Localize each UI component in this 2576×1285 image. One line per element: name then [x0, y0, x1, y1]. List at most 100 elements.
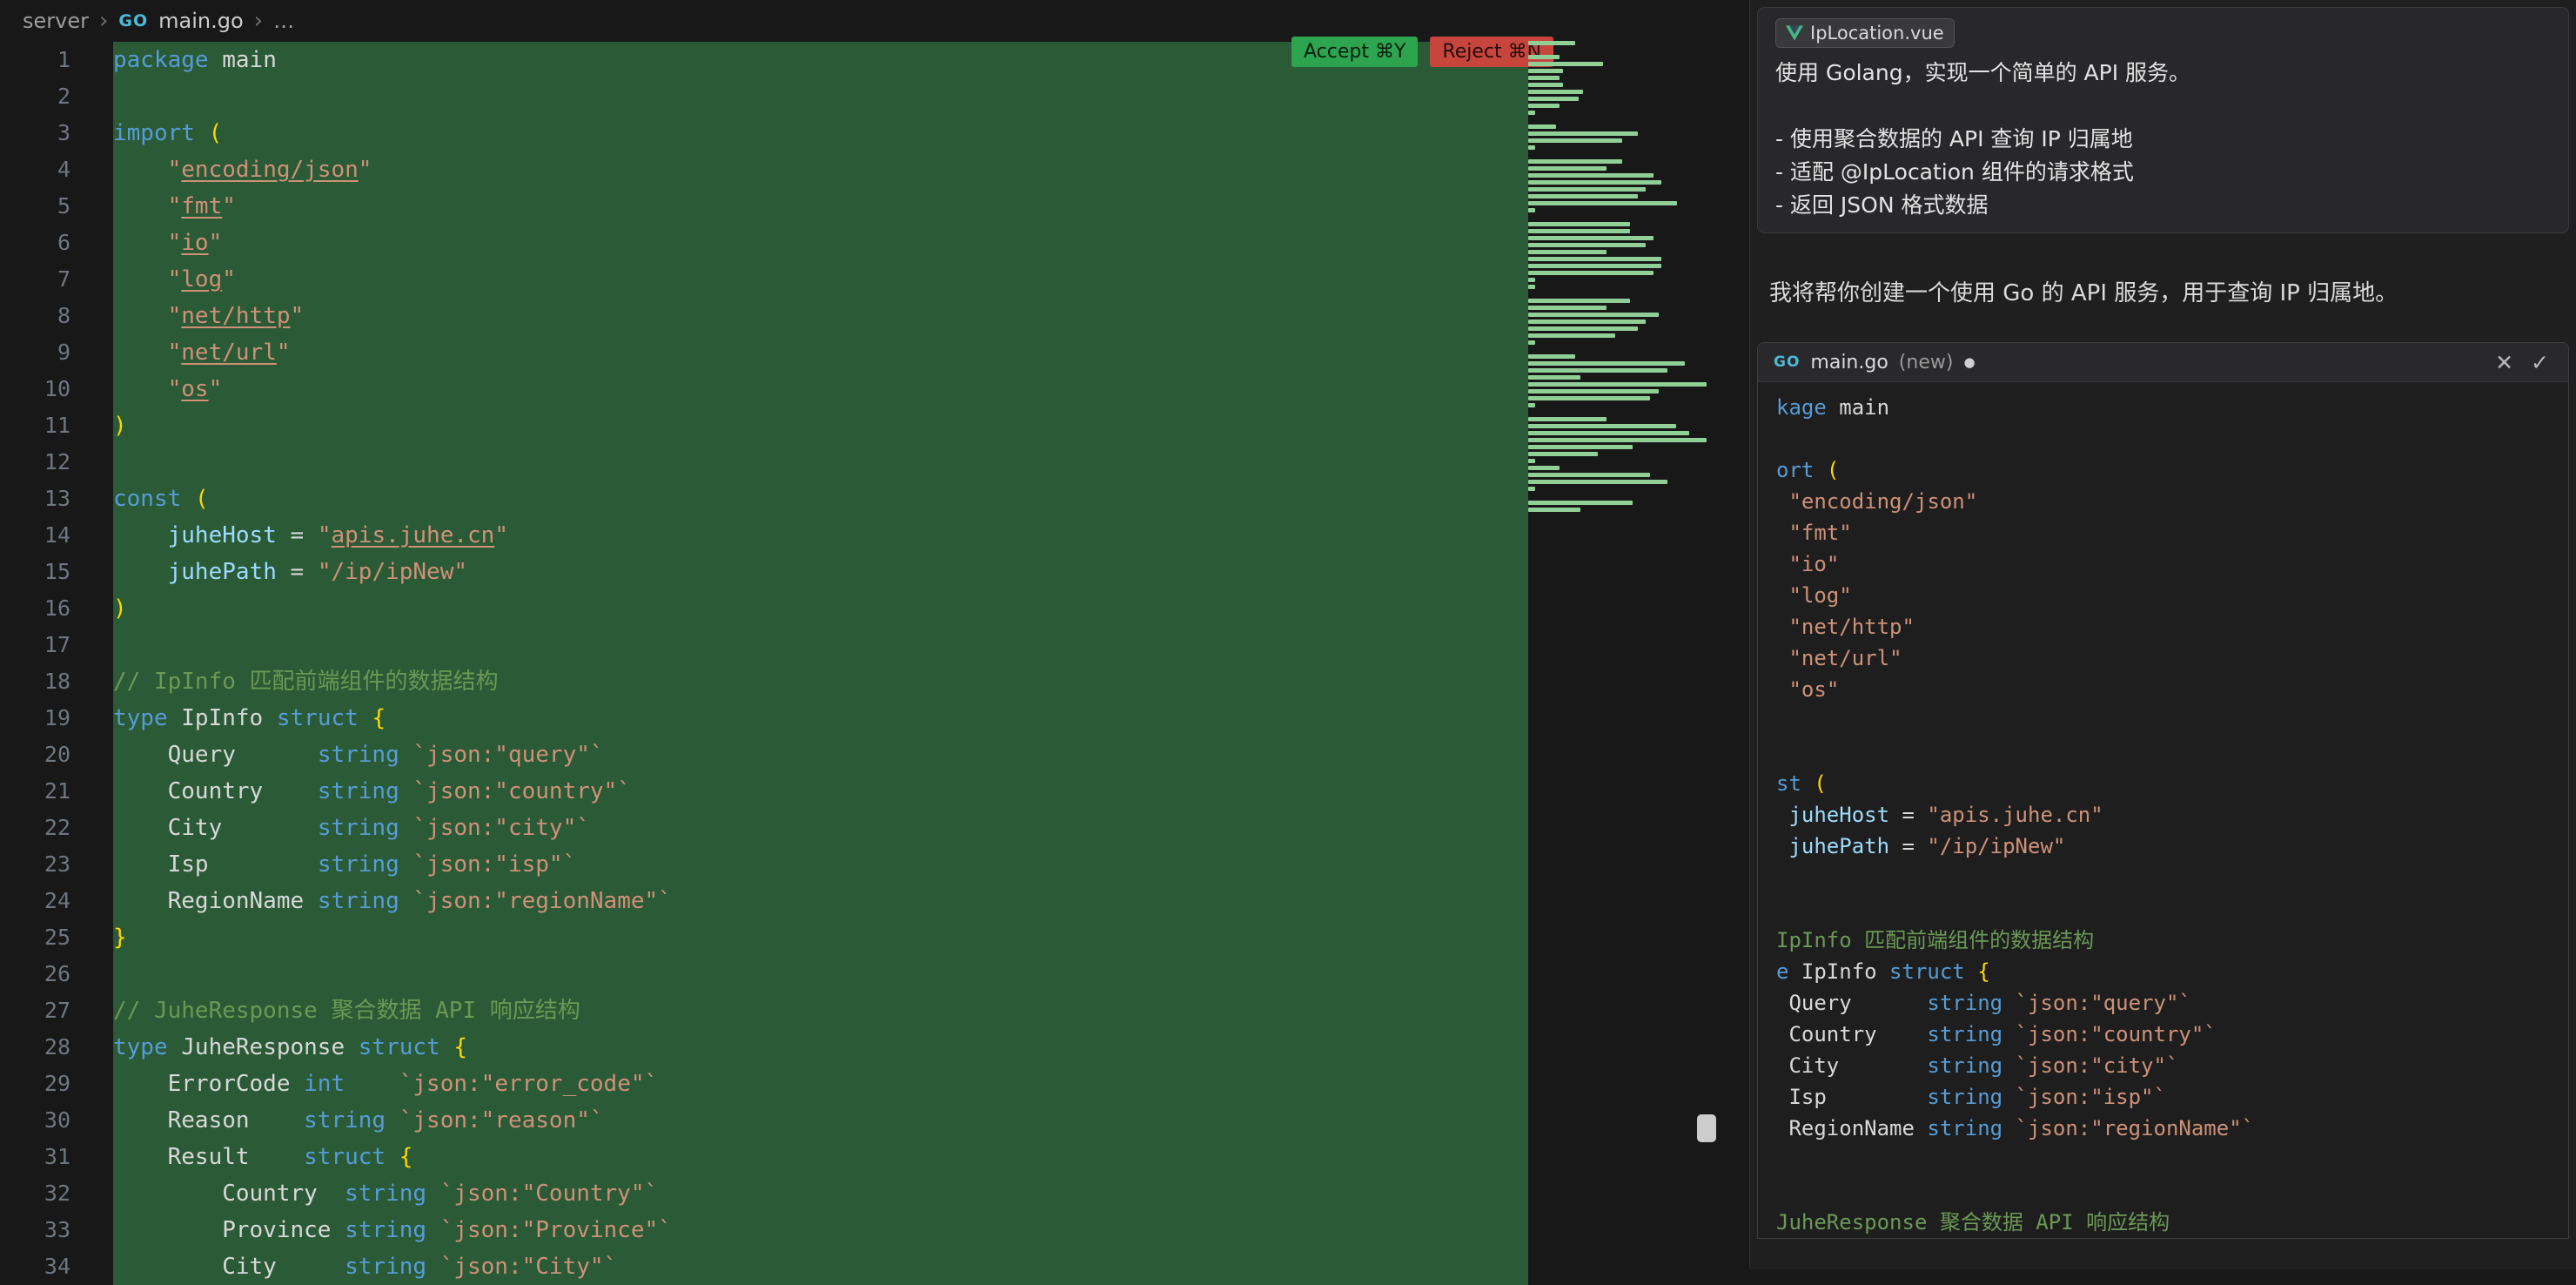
code-line[interactable]: import (	[113, 115, 1528, 151]
code-line[interactable]: }	[113, 919, 1528, 956]
minimap-bar	[1528, 145, 1535, 150]
code-token: type	[1776, 959, 1788, 984]
code-line[interactable]: Query string `json:"query"`	[113, 737, 1528, 773]
editor-line: 6 "io"	[0, 225, 1528, 261]
code-line[interactable]: // IpInfo 匹配前端组件的数据结构	[113, 663, 1528, 700]
code-line[interactable]	[113, 78, 1528, 115]
code-line[interactable]: Result struct {	[113, 1139, 1528, 1175]
code-line[interactable]: "net/url"	[113, 334, 1528, 371]
context-chip[interactable]: IpLocation.vue	[1775, 18, 1955, 48]
code-line[interactable]: type IpInfo struct {	[113, 700, 1528, 737]
code-token: "	[291, 303, 305, 329]
apply-check-icon[interactable]: ✓	[2527, 350, 2553, 375]
code-token: {	[1977, 959, 1989, 984]
code-token: City	[1776, 1053, 1927, 1078]
minimap-row	[1528, 299, 1709, 306]
code-line[interactable]	[113, 956, 1528, 992]
code-token	[1776, 552, 1788, 576]
breadcrumb-item-server[interactable]: server	[23, 9, 89, 33]
code-line[interactable]: Country string `json:"country"`	[113, 773, 1528, 810]
code-token: ErrorCode	[113, 1071, 304, 1097]
code-token: `json:"error_code"`	[399, 1071, 658, 1097]
code-token	[181, 486, 195, 512]
code-token: "	[168, 266, 182, 293]
minimap-row	[1528, 55, 1709, 62]
code-line[interactable]	[113, 627, 1528, 663]
minimap-bar	[1528, 62, 1603, 66]
minimap-bar	[1528, 180, 1661, 185]
code-line[interactable]: Reason string `json:"reason"`	[113, 1102, 1528, 1139]
minimap-bar	[1528, 424, 1676, 428]
code-token: Country	[113, 778, 318, 804]
code-line[interactable]: Province string `json:"Province"`	[113, 1212, 1528, 1248]
code-line[interactable]: type JuheResponse struct {	[113, 1029, 1528, 1066]
minimap-row	[1528, 236, 1709, 243]
minimap-row	[1528, 194, 1709, 201]
user-message-lines: 使用 Golang，实现一个简单的 API 服务。- 使用聚合数据的 API 查…	[1775, 57, 2551, 222]
minimap-row	[1528, 76, 1709, 83]
code-line[interactable]: "os"	[113, 371, 1528, 407]
line-number: 11	[0, 407, 113, 444]
preview-code-line: // JuheResponse 聚合数据 API 响应结构	[1776, 1207, 2568, 1238]
code-line[interactable]: juhePath = "/ip/ipNew"	[113, 554, 1528, 590]
minimap[interactable]	[1528, 41, 1709, 515]
code-line[interactable]: )	[113, 407, 1528, 444]
minimap-bar	[1528, 326, 1638, 331]
editor-lines[interactable]: 1package main23import (4 "encoding/json"…	[0, 42, 1528, 1285]
minimap-row	[1528, 278, 1709, 285]
code-line[interactable]: City string `json:"city"`	[113, 810, 1528, 846]
breadcrumb-item-file[interactable]: main.go	[158, 9, 244, 33]
code-token	[113, 303, 168, 329]
code-token	[426, 1217, 440, 1243]
line-number: 34	[0, 1248, 113, 1285]
minimap-row	[1528, 306, 1709, 313]
code-token: juheHost	[1788, 803, 1889, 827]
minimap-bar	[1528, 243, 1646, 247]
minimap-bar	[1528, 438, 1707, 442]
code-token	[1776, 803, 1788, 827]
code-line[interactable]: Country string `json:"Country"`	[113, 1175, 1528, 1212]
code-token: apis.juhe.cn	[331, 522, 494, 548]
scrollbar-thumb[interactable]	[1697, 1114, 1716, 1142]
code-token: "	[359, 157, 372, 183]
code-line[interactable]	[113, 444, 1528, 481]
minimap-bar	[1528, 138, 1622, 143]
code-line[interactable]: RegionName string `json:"regionName"`	[113, 883, 1528, 919]
code-token: "	[222, 193, 236, 219]
code-line[interactable]: )	[113, 590, 1528, 627]
code-token: string	[345, 1254, 426, 1280]
code-token: =	[277, 559, 318, 585]
code-line[interactable]: Isp string `json:"isp"`	[113, 846, 1528, 883]
breadcrumb-more[interactable]: …	[273, 9, 294, 33]
code-line[interactable]: "io"	[113, 225, 1528, 261]
line-number: 9	[0, 334, 113, 371]
code-line[interactable]: "encoding/json"	[113, 151, 1528, 188]
close-icon[interactable]: ✕	[2492, 350, 2517, 375]
code-token: `json:"City"`	[440, 1254, 618, 1280]
code-token: main	[1827, 395, 1889, 420]
code-line[interactable]: "fmt"	[113, 188, 1528, 225]
code-line[interactable]: const (	[113, 481, 1528, 517]
minimap-row	[1528, 215, 1709, 222]
code-block-filename: main.go	[1810, 352, 1888, 373]
editor-line: 2	[0, 78, 1528, 115]
code-line[interactable]: City string `json:"City"`	[113, 1248, 1528, 1285]
code-token: =	[1889, 803, 1927, 827]
code-line[interactable]: juheHost = "apis.juhe.cn"	[113, 517, 1528, 554]
code-token	[1776, 583, 1788, 608]
minimap-row	[1528, 354, 1709, 361]
code-token: "	[168, 340, 182, 366]
preview-code-line: "os"	[1776, 674, 2568, 705]
code-line[interactable]: ErrorCode int `json:"error_code"`	[113, 1066, 1528, 1102]
code-line[interactable]: "log"	[113, 261, 1528, 298]
diff-accept-button[interactable]: Accept ⌘Y	[1291, 37, 1418, 67]
minimap-bar	[1528, 264, 1661, 268]
code-token: Query	[1776, 991, 1927, 1015]
code-block-body[interactable]: package mainimport ( "encoding/json" "fm…	[1758, 382, 2568, 1238]
code-line[interactable]: "net/http"	[113, 298, 1528, 334]
minimap-bar	[1528, 229, 1630, 233]
code-token: "	[2090, 803, 2103, 827]
code-token: apis.juhe.cn	[1940, 803, 2090, 827]
code-line[interactable]: // JuheResponse 聚合数据 API 响应结构	[113, 992, 1528, 1029]
editor-line: 14 juheHost = "apis.juhe.cn"	[0, 517, 1528, 554]
